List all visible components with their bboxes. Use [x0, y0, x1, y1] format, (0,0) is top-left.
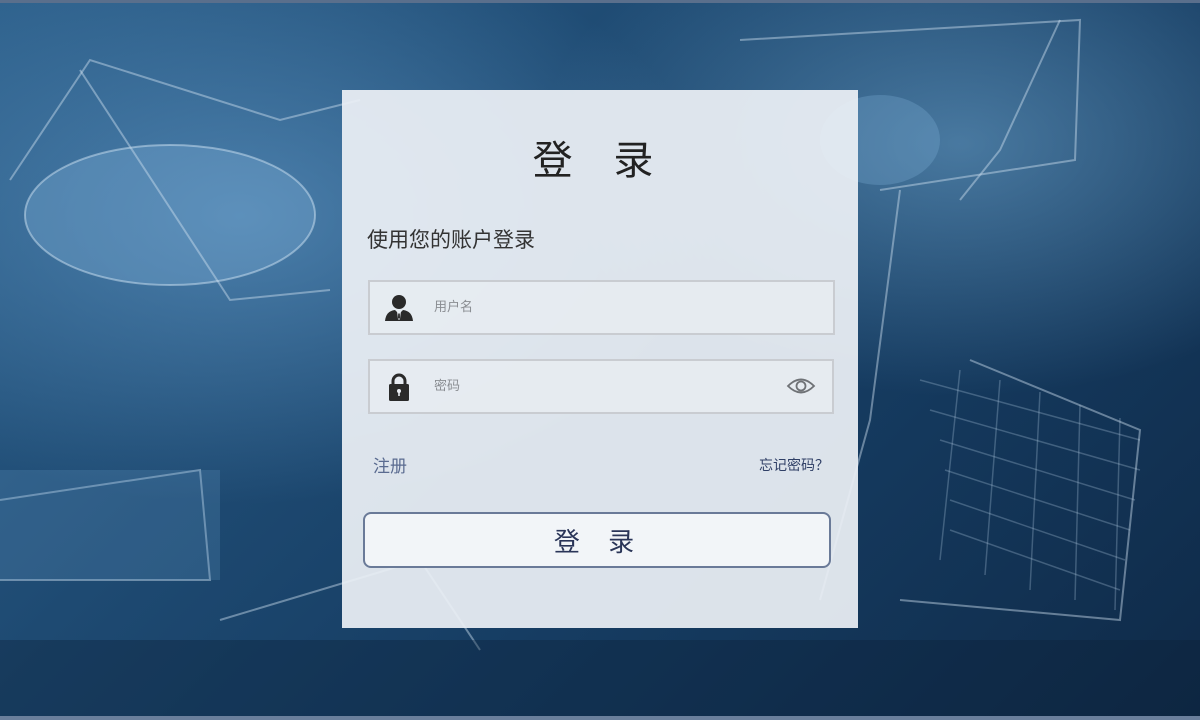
username-input[interactable]	[434, 296, 764, 318]
password-field[interactable]	[368, 359, 834, 414]
password-input[interactable]	[434, 375, 764, 397]
user-icon	[384, 294, 414, 322]
window-bottom-border	[0, 716, 1200, 720]
login-subtitle: 使用您的账户登录	[367, 228, 535, 252]
forgot-password-link[interactable]: 忘记密码？	[759, 455, 829, 475]
register-link[interactable]: 注册	[373, 452, 407, 477]
eye-icon[interactable]	[786, 376, 816, 396]
lock-icon	[384, 373, 414, 401]
window-top-border	[0, 0, 1200, 3]
login-title: 登 录	[532, 138, 668, 184]
username-field[interactable]	[368, 280, 835, 335]
login-button[interactable]: 登 录	[363, 512, 831, 568]
